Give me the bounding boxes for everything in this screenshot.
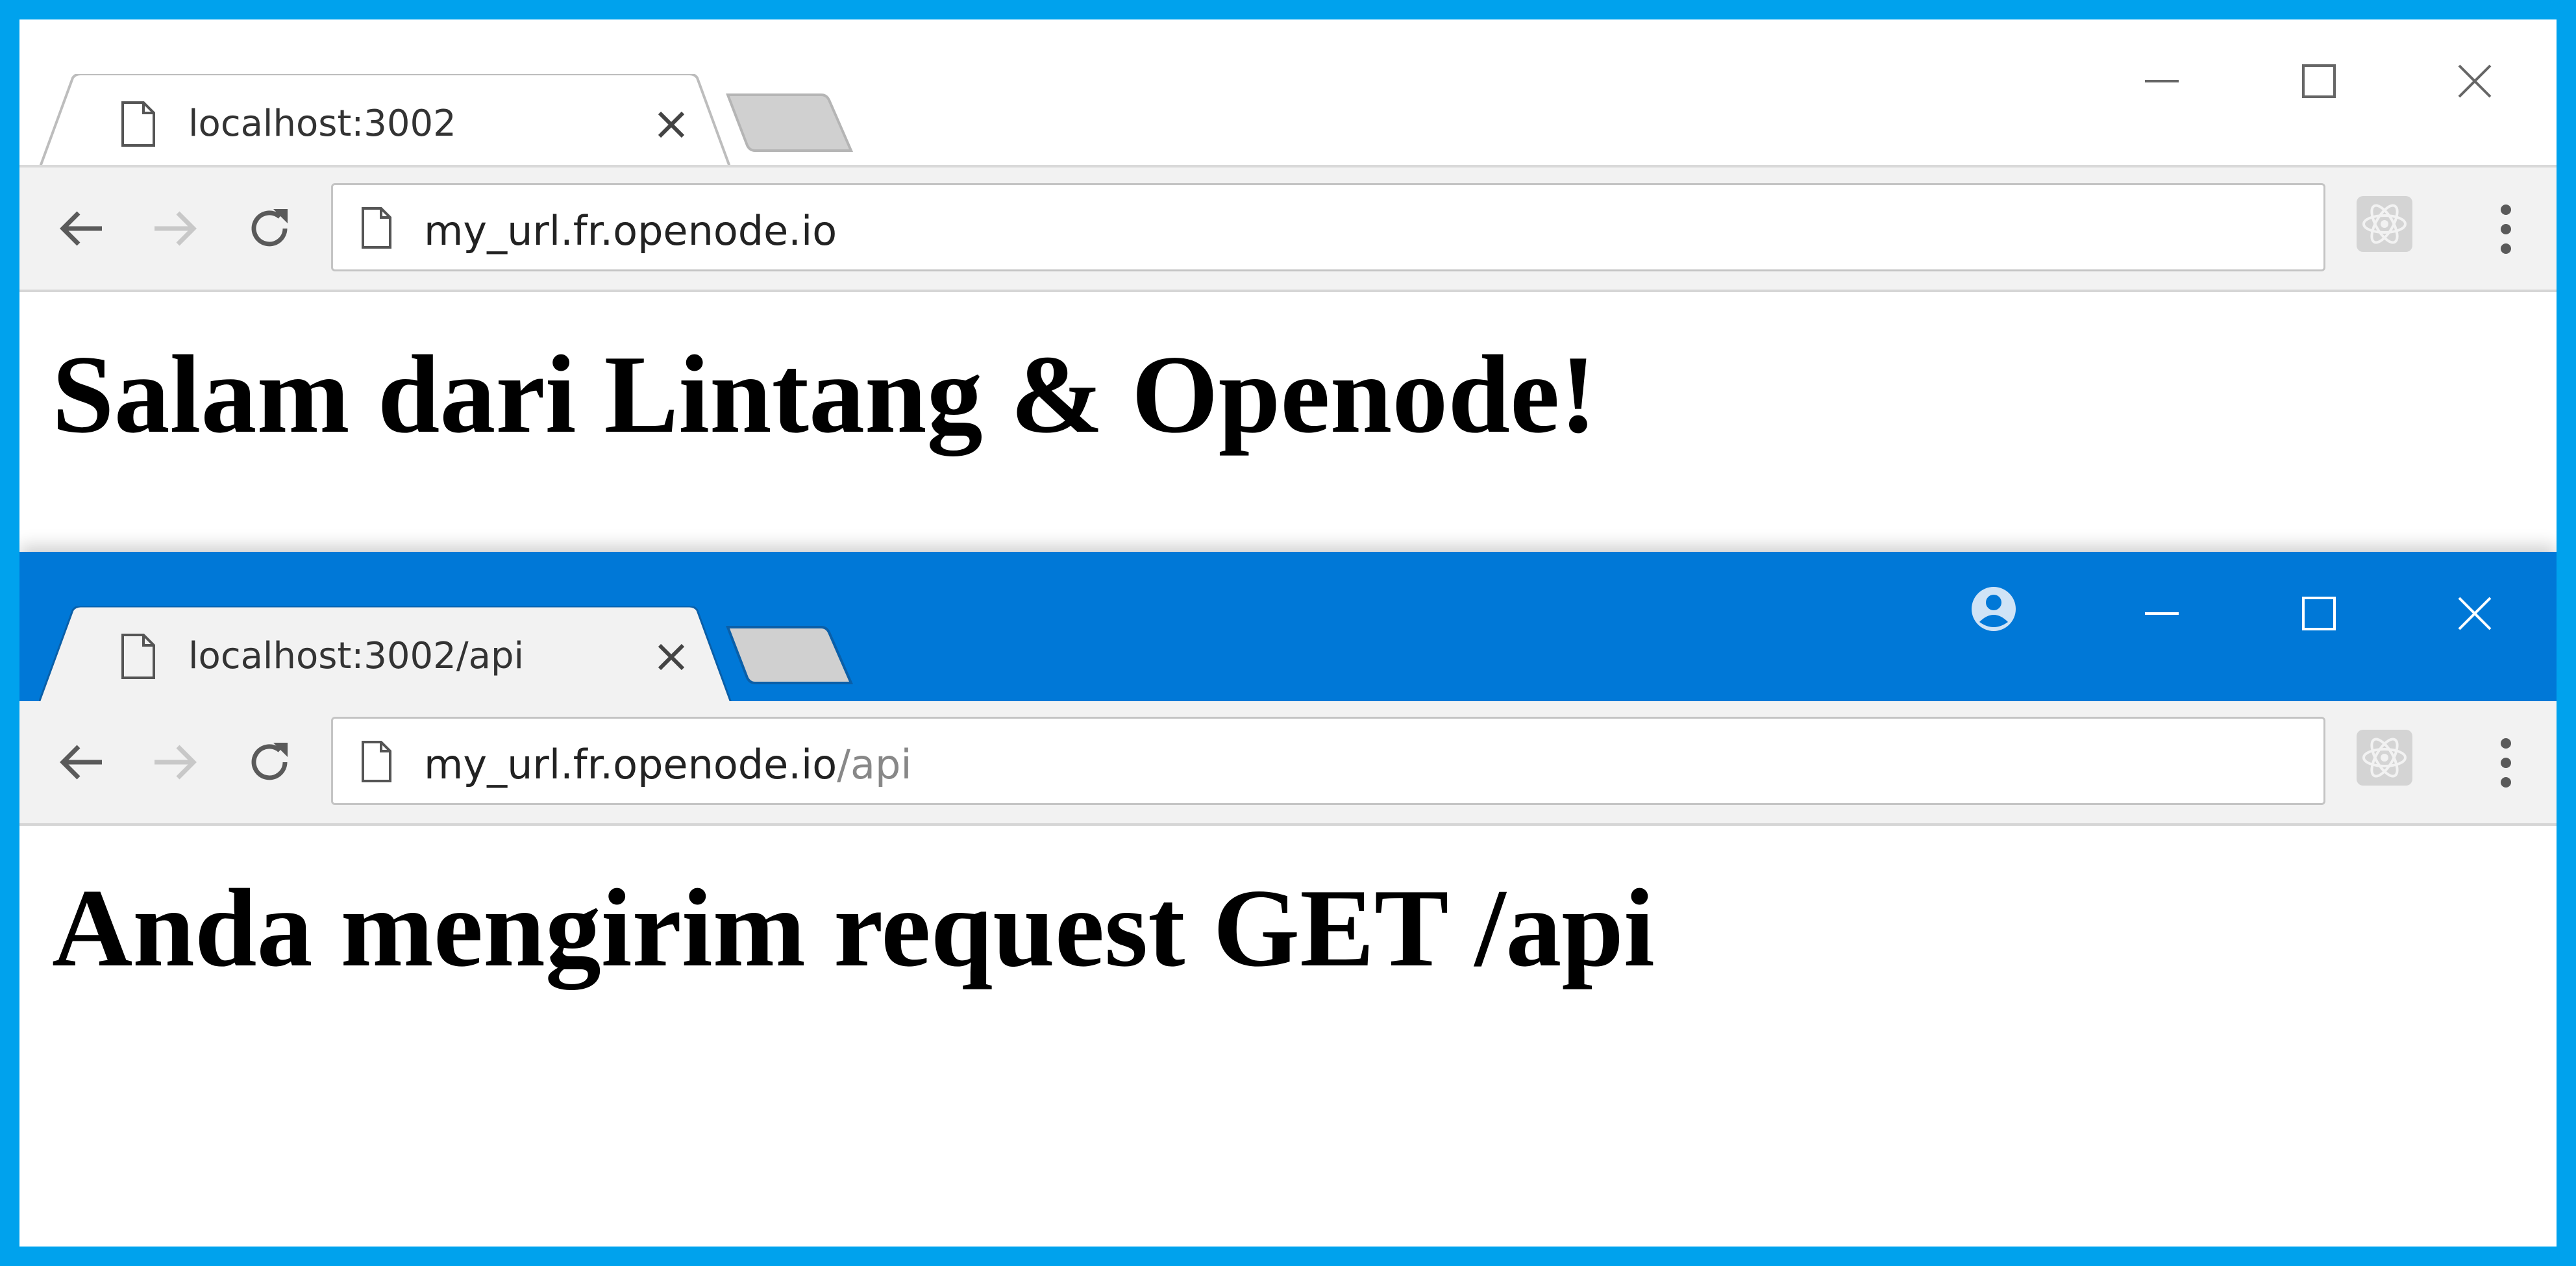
reload-icon[interactable] bbox=[237, 730, 302, 795]
forward-arrow-icon[interactable] bbox=[143, 196, 208, 261]
url-text: my_url.fr.openode.io bbox=[424, 207, 837, 254]
tab-title: localhost:3002/api bbox=[188, 635, 525, 677]
maximize-icon[interactable] bbox=[2280, 575, 2358, 652]
browser-window-2: localhost:3002/api my_url.fr.openode.io/… bbox=[19, 552, 2557, 1247]
close-icon[interactable] bbox=[2436, 575, 2514, 652]
url-host: my_url.fr.openode.io bbox=[424, 741, 837, 788]
profile-icon[interactable] bbox=[1969, 584, 2018, 637]
back-arrow-icon[interactable] bbox=[49, 196, 114, 261]
new-tab-button[interactable] bbox=[724, 623, 854, 691]
page-heading: Salam dari Lintang & Openode! bbox=[52, 333, 1597, 456]
browser-window-1: localhost:3002 my_url.fr.openode.io Sala… bbox=[19, 19, 2557, 552]
browser-toolbar: my_url.fr.openode.io bbox=[19, 168, 2557, 292]
browser-tab[interactable]: localhost:3002/api bbox=[39, 606, 732, 702]
url-text: my_url.fr.openode.io/api bbox=[424, 741, 912, 788]
react-devtools-icon[interactable] bbox=[2355, 728, 2414, 790]
page-icon bbox=[120, 101, 156, 150]
page-icon bbox=[120, 634, 156, 682]
minimize-icon[interactable] bbox=[2123, 42, 2201, 120]
reload-icon[interactable] bbox=[237, 196, 302, 261]
page-icon bbox=[360, 207, 393, 252]
back-arrow-icon[interactable] bbox=[49, 730, 114, 795]
browser-toolbar: my_url.fr.openode.io/api bbox=[19, 701, 2557, 826]
new-tab-button[interactable] bbox=[724, 91, 854, 159]
page-content: Salam dari Lintang & Openode! bbox=[19, 292, 2557, 460]
forward-arrow-icon[interactable] bbox=[143, 730, 208, 795]
screenshot-frame: localhost:3002 my_url.fr.openode.io Sala… bbox=[19, 19, 2557, 1247]
tab-title: localhost:3002 bbox=[188, 103, 456, 145]
title-bar: localhost:3002/api bbox=[19, 552, 2557, 702]
page-content: Anda mengirim request GET /api bbox=[19, 826, 2557, 993]
close-icon[interactable] bbox=[2436, 42, 2514, 120]
react-devtools-icon[interactable] bbox=[2355, 195, 2414, 256]
maximize-icon[interactable] bbox=[2280, 42, 2358, 120]
kebab-menu-icon[interactable] bbox=[2480, 727, 2532, 799]
browser-tab[interactable]: localhost:3002 bbox=[39, 74, 733, 170]
kebab-menu-icon[interactable] bbox=[2480, 193, 2532, 265]
address-bar[interactable]: my_url.fr.openode.io bbox=[331, 183, 2325, 271]
tab-close-icon[interactable] bbox=[657, 110, 686, 142]
url-host: my_url.fr.openode.io bbox=[424, 207, 837, 254]
title-bar: localhost:3002 bbox=[19, 19, 2557, 170]
tab-close-icon[interactable] bbox=[657, 643, 686, 675]
address-bar[interactable]: my_url.fr.openode.io/api bbox=[331, 717, 2325, 805]
page-icon bbox=[360, 741, 393, 786]
page-heading: Anda mengirim request GET /api bbox=[52, 867, 1655, 990]
url-path: /api bbox=[837, 741, 912, 788]
minimize-icon[interactable] bbox=[2123, 575, 2201, 652]
